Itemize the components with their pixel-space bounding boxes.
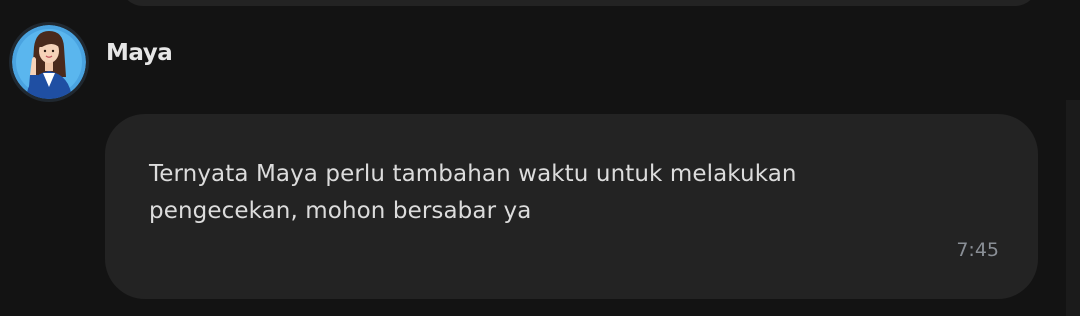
woman-agent-avatar-icon (12, 25, 86, 99)
message-bubble: Ternyata Maya perlu tambahan waktu untuk… (105, 114, 1038, 299)
chat-window: Maya Ternyata Maya perlu tambahan waktu … (0, 0, 1080, 316)
avatar[interactable] (9, 22, 89, 102)
scrollbar-track[interactable] (1066, 100, 1080, 316)
message-text: Ternyata Maya perlu tambahan waktu untuk… (149, 161, 797, 224)
message-timestamp: 7:45 (956, 239, 999, 261)
previous-message-bubble (120, 0, 1038, 6)
sender-name: Maya (106, 40, 173, 66)
